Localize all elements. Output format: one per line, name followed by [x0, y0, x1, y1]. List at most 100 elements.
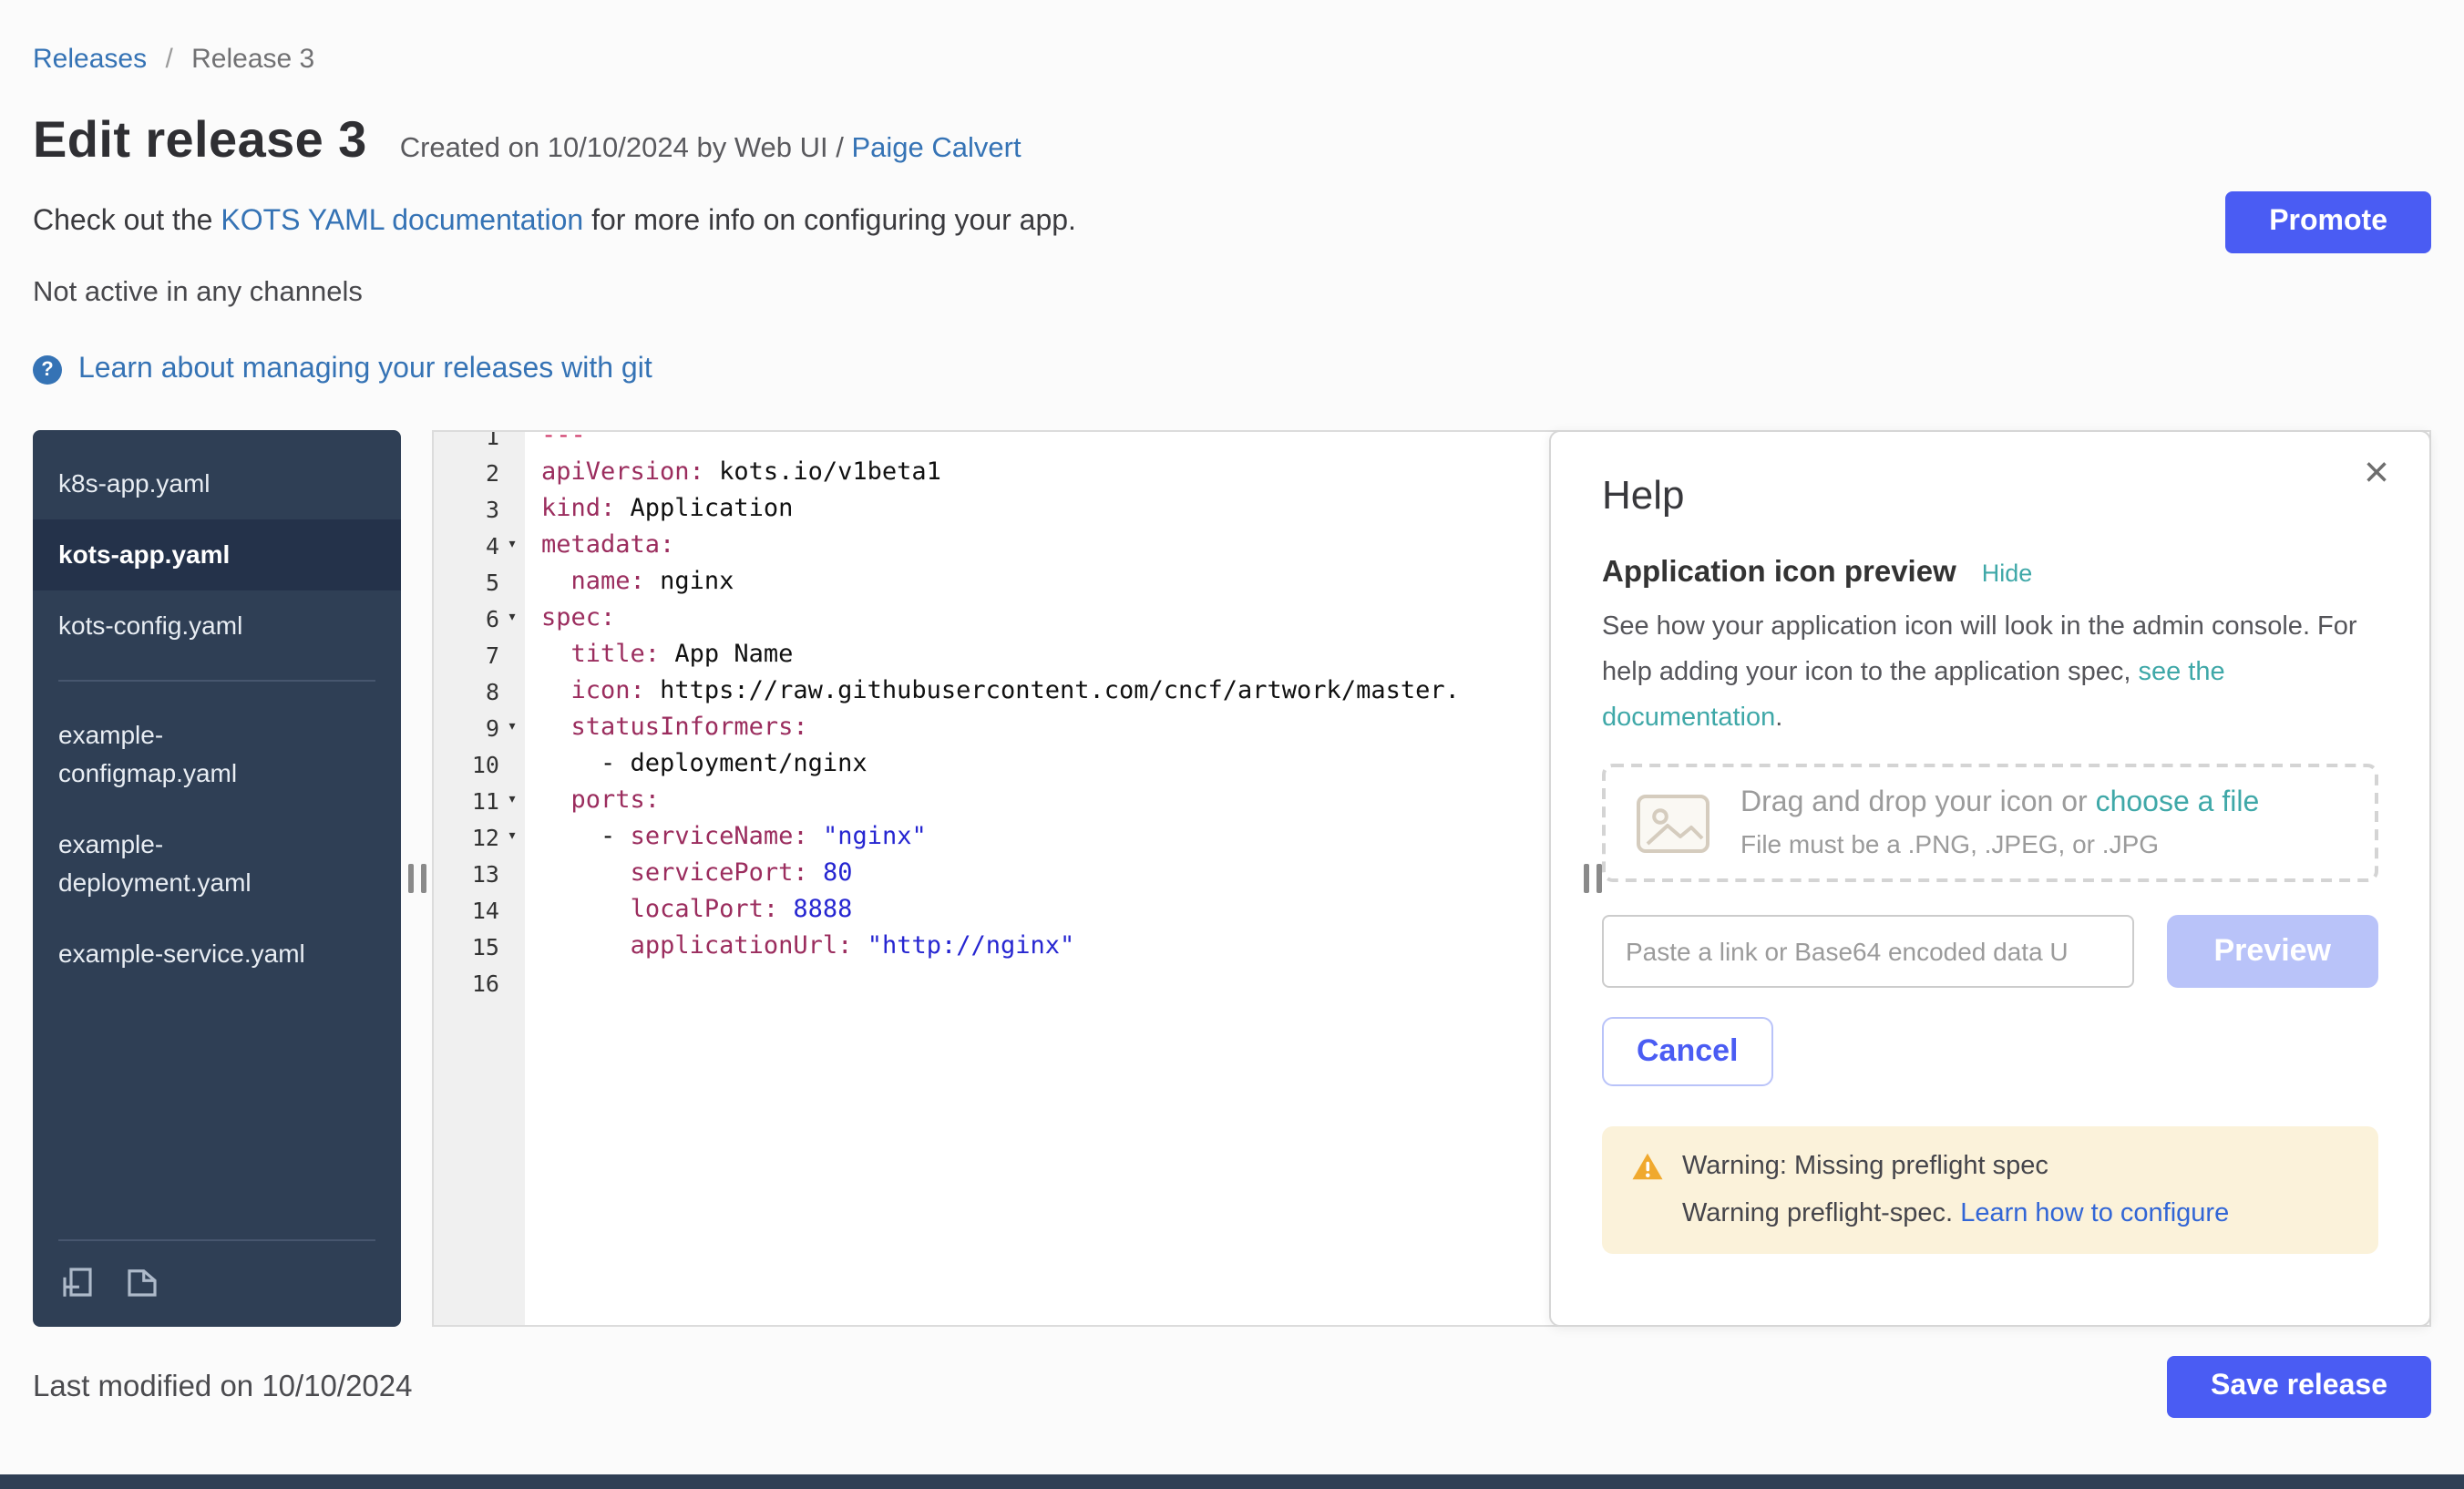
line-number: 10	[472, 750, 499, 777]
warning-icon	[1631, 1152, 1664, 1181]
page-content: Releases / Release 3 Edit release 3 Crea…	[0, 0, 2464, 1489]
icon-preview-header: Application icon preview Hide	[1602, 556, 2378, 590]
cancel-button[interactable]: Cancel	[1602, 1017, 1773, 1086]
preview-button[interactable]: Preview	[2166, 915, 2378, 988]
help-panel: × Help Application icon preview Hide See…	[1549, 430, 2431, 1327]
file-name: kots-config.yaml	[58, 607, 335, 645]
file-tree-item[interactable]: example-configmap.yaml	[33, 700, 401, 809]
icon-url-input[interactable]	[1602, 915, 2133, 988]
file-tree-item[interactable]: kots-app.yaml	[33, 519, 401, 590]
last-modified: Last modified on 10/10/2024	[33, 1370, 413, 1404]
gutter-line: 14	[434, 891, 525, 928]
docs-line-prefix: Check out the	[33, 206, 221, 237]
fold-arrow-icon[interactable]: ▾	[499, 782, 525, 818]
fold-arrow-icon[interactable]: ▾	[499, 709, 525, 745]
help-circle-icon: ?	[33, 355, 62, 385]
release-workspace: k8s-app.yaml kots-app.yaml kots-config.yam…	[33, 430, 2431, 1327]
warning-box: Warning: Missing preflight spec Warning …	[1602, 1126, 2378, 1254]
line-number: 1	[486, 432, 499, 449]
image-icon	[1635, 792, 1711, 854]
gutter-line: 2	[434, 454, 525, 490]
footer-bar: Last modified on 10/10/2024 Save release	[33, 1356, 2431, 1418]
line-number: 5	[486, 568, 499, 595]
gutter-line: 13	[434, 855, 525, 891]
icon-preview-description: See how your application icon will look …	[1602, 605, 2378, 742]
choose-file-link[interactable]: choose a file	[2096, 787, 2260, 818]
docs-line: Check out the KOTS YAML documentation fo…	[33, 206, 1076, 239]
line-number: 6	[486, 604, 499, 632]
bottom-strip	[0, 1474, 2464, 1489]
line-number: 2	[486, 458, 499, 486]
breadcrumb-separator: /	[165, 44, 172, 75]
fold-arrow-icon[interactable]: ▾	[499, 818, 525, 855]
line-number: 15	[472, 932, 499, 960]
file-name: example-service.yaml	[58, 935, 335, 973]
line-number: 9	[486, 714, 499, 741]
file-tree-item[interactable]: example-service.yaml	[33, 919, 401, 990]
warning-header: Warning: Missing preflight spec	[1631, 1152, 2349, 1181]
icon-link-row: Preview	[1602, 915, 2378, 988]
file-tree-footer	[58, 1239, 375, 1327]
gutter-line: 1	[434, 432, 525, 454]
hide-link[interactable]: Hide	[1982, 560, 2033, 587]
gutter-line: 7	[434, 636, 525, 673]
close-icon[interactable]: ×	[2353, 450, 2400, 498]
file-tree-item[interactable]: example-deployment.yaml	[33, 809, 401, 919]
breadcrumb-current: Release 3	[191, 44, 314, 75]
file-name: k8s-app.yaml	[58, 465, 335, 503]
warning-title: Warning: Missing preflight spec	[1682, 1152, 2048, 1181]
fold-arrow-icon[interactable]: ▾	[499, 527, 525, 563]
gutter-line: 16	[434, 964, 525, 1001]
git-link-text: Learn about managing your releases with …	[78, 354, 652, 386]
page: Releases / Release 3 Edit release 3 Crea…	[0, 0, 2464, 1489]
created-text: Created on 10/10/2024 by Web UI /	[400, 133, 844, 164]
fold-arrow-icon[interactable]: ▾	[499, 600, 525, 636]
add-file-icon	[58, 1263, 97, 1301]
docs-line-suffix: for more info on configuring your app.	[583, 206, 1076, 237]
file-tree: k8s-app.yaml kots-app.yaml kots-config.yam…	[33, 430, 401, 1327]
help-title: Help	[1602, 472, 2378, 519]
file-type-hint: File must be a .PNG, .JPEG, or .JPG	[1740, 829, 2259, 858]
add-file-button[interactable]	[58, 1263, 97, 1301]
line-number: 3	[486, 495, 499, 522]
sidebar-resize-handle[interactable]	[407, 864, 426, 893]
configure-preflight-link[interactable]: Learn how to configure	[1960, 1199, 2229, 1228]
panel-resize-handle[interactable]	[1584, 864, 1602, 893]
description-suffix: .	[1775, 703, 1782, 733]
line-number: 14	[472, 896, 499, 923]
gutter-line: 5	[434, 563, 525, 600]
save-release-button[interactable]: Save release	[2167, 1356, 2431, 1418]
dropzone-text-prefix: Drag and drop your icon or	[1740, 787, 2096, 818]
file-tree-item[interactable]: kots-config.yaml	[33, 590, 401, 662]
file-tree-item[interactable]: k8s-app.yaml	[33, 448, 401, 519]
channel-status: Not active in any channels	[33, 277, 2431, 310]
line-number: 11	[472, 786, 499, 814]
gutter-lines: 1234▾56▾789▾1011▾12▾13141516	[434, 432, 525, 1001]
icon-dropzone[interactable]: Drag and drop your icon or choose a file…	[1602, 764, 2378, 882]
kots-docs-link[interactable]: KOTS YAML documentation	[221, 206, 583, 237]
line-number: 4	[486, 531, 499, 559]
file-name: example-deployment.yaml	[58, 826, 335, 902]
gutter-line: 11▾	[434, 782, 525, 818]
gutter-line: 12▾	[434, 818, 525, 855]
file-tree-divider	[58, 680, 375, 682]
gutter-line: 15	[434, 928, 525, 964]
git-help-link[interactable]: ? Learn about managing your releases wit…	[33, 354, 652, 386]
author-link[interactable]: Paige Calvert	[852, 133, 1022, 164]
release-meta: Created on 10/10/2024 by Web UI / Paige …	[400, 133, 1022, 166]
line-number: 8	[486, 677, 499, 704]
upload-file-button[interactable]	[122, 1263, 162, 1301]
editor-gutter: 1234▾56▾789▾1011▾12▾13141516	[434, 432, 525, 1325]
breadcrumb: Releases / Release 3	[33, 44, 2431, 75]
file-name: kots-app.yaml	[58, 536, 335, 574]
title-row: Edit release 3 Created on 10/10/2024 by …	[33, 111, 2431, 169]
line-number: 13	[472, 859, 499, 887]
line-number: 12	[472, 823, 499, 850]
promote-button[interactable]: Promote	[2225, 191, 2431, 253]
line-number: 7	[486, 641, 499, 668]
file-tree-items: k8s-app.yaml kots-app.yaml kots-config.yam…	[33, 448, 401, 1239]
dropzone-text: Drag and drop your icon or choose a file…	[1740, 787, 2259, 858]
docs-row: Check out the KOTS YAML documentation fo…	[33, 191, 2431, 253]
icon-preview-title: Application icon preview	[1602, 556, 1956, 590]
breadcrumb-releases-link[interactable]: Releases	[33, 44, 147, 75]
